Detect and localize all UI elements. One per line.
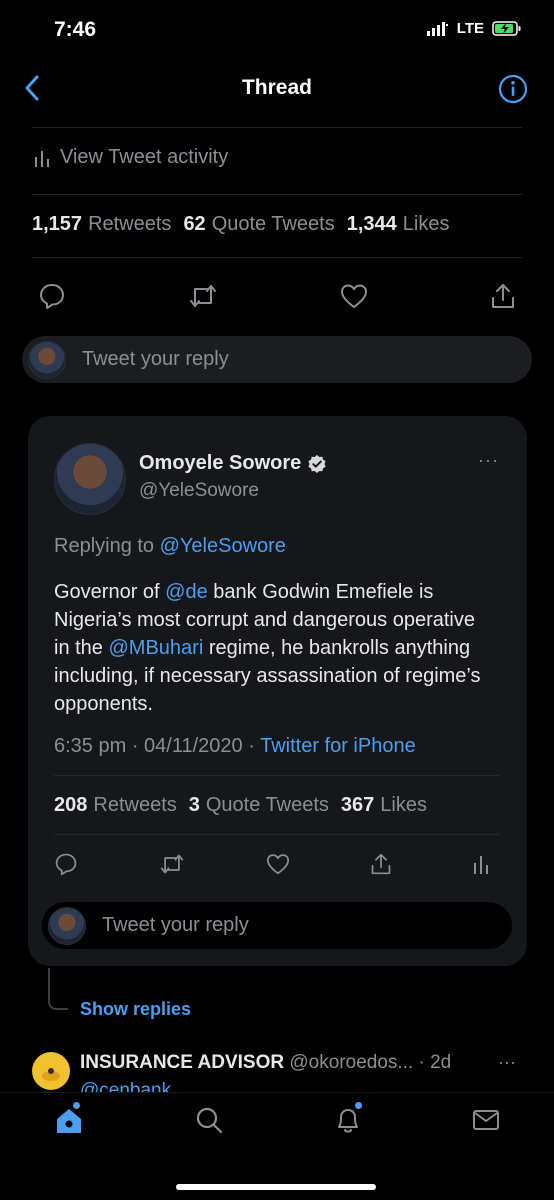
avatar xyxy=(28,340,66,379)
avatar xyxy=(48,906,86,945)
tweet-header[interactable]: INSURANCE ADVISOR @okoroedos... · 2d xyxy=(80,1052,451,1074)
thread-connector xyxy=(48,968,68,1010)
reply-placeholder: Tweet your reply xyxy=(82,348,229,370)
more-options-icon[interactable]: ··· xyxy=(498,1052,516,1073)
tweet-meta: 6:35 pm · 04/11/2020 · Twitter for iPhon… xyxy=(54,735,416,758)
retweet-count: 208 xyxy=(54,794,88,816)
like-count: 1,344 xyxy=(346,213,397,235)
tweet-text: Governor of @de bank Godwin Emefiele is … xyxy=(54,578,484,718)
more-options-icon[interactable]: ··· xyxy=(478,450,499,471)
reply-icon[interactable] xyxy=(54,852,78,876)
home-indicator xyxy=(176,1184,376,1190)
like-count: 367 xyxy=(340,794,375,816)
author-name: INSURANCE ADVISOR xyxy=(80,1052,285,1073)
activity-label: View Tweet activity xyxy=(60,146,229,168)
bar-chart-icon[interactable] xyxy=(473,853,489,875)
replying-handle-link[interactable]: @YeleSowore xyxy=(160,535,286,557)
like-label[interactable]: Likes xyxy=(403,213,450,236)
divider xyxy=(32,257,522,258)
tweet-source-link[interactable]: Twitter for iPhone xyxy=(260,735,416,757)
retweet-icon[interactable] xyxy=(188,282,218,310)
retweet-label[interactable]: Retweets xyxy=(88,213,171,236)
reply-composer[interactable]: Tweet your reply xyxy=(22,336,532,383)
replying-to: Replying to @YeleSowore xyxy=(54,535,286,558)
retweet-label[interactable]: Retweets xyxy=(93,794,176,817)
divider xyxy=(54,775,500,776)
network-label: LTE xyxy=(456,20,484,37)
info-icon[interactable] xyxy=(498,74,528,104)
like-icon[interactable] xyxy=(266,853,290,875)
messages-icon[interactable] xyxy=(471,1105,501,1135)
show-replies-link[interactable]: Show replies xyxy=(80,999,191,1020)
divider xyxy=(32,127,522,128)
verified-icon xyxy=(307,454,327,474)
mention-link[interactable]: @de xyxy=(165,581,208,603)
author-handle[interactable]: @YeleSowore xyxy=(139,480,259,502)
tweet-actions xyxy=(38,282,516,310)
mention-link[interactable]: @MBuhari xyxy=(108,637,203,659)
tweet-text-part: Governor of xyxy=(54,581,166,603)
quote-count: 62 xyxy=(183,213,206,235)
reply-placeholder: Tweet your reply xyxy=(102,914,249,936)
tweet-actions xyxy=(54,852,489,876)
retweet-icon[interactable] xyxy=(159,852,185,876)
mention-link[interactable]: @cenbank xyxy=(80,1080,171,1092)
share-icon[interactable] xyxy=(490,282,516,310)
author-name-row[interactable]: Omoyele Sowore xyxy=(139,452,327,475)
home-icon[interactable] xyxy=(54,1105,84,1135)
signal-icon xyxy=(426,21,449,36)
retweet-count: 1,157 xyxy=(32,213,83,235)
divider xyxy=(32,194,522,195)
tweet-timestamp: 6:35 pm · 04/11/2020 · xyxy=(54,735,261,757)
author-avatar[interactable] xyxy=(32,1052,70,1090)
tweet-stats: 1,157 Retweets 62 Quote Tweets 1,344 Likes xyxy=(32,213,450,236)
tweet-time: · 2d xyxy=(413,1052,452,1073)
like-label[interactable]: Likes xyxy=(380,794,427,817)
quote-label[interactable]: Quote Tweets xyxy=(206,794,329,817)
replying-prefix: Replying to xyxy=(54,535,160,557)
battery-icon xyxy=(492,21,522,36)
status-time: 7:46 xyxy=(54,18,97,41)
reply-composer[interactable]: Tweet your reply xyxy=(42,902,512,949)
share-icon[interactable] xyxy=(370,852,392,876)
notifications-icon[interactable] xyxy=(333,1105,363,1135)
search-icon[interactable] xyxy=(194,1105,224,1135)
bar-chart-icon xyxy=(34,148,50,168)
page-title: Thread xyxy=(241,76,312,99)
view-tweet-activity-link[interactable]: View Tweet activity xyxy=(34,146,228,169)
tweet-stats: 208 Retweets 3 Quote Tweets 367 Likes xyxy=(54,794,427,817)
like-icon[interactable] xyxy=(340,283,368,309)
author-avatar[interactable] xyxy=(54,443,126,515)
status-indicators: LTE xyxy=(426,20,522,37)
divider xyxy=(54,834,500,835)
author-handle: @okoroedos... xyxy=(289,1052,414,1073)
author-name: Omoyele Sowore xyxy=(139,452,302,474)
quote-count: 3 xyxy=(188,794,200,816)
reply-icon[interactable] xyxy=(38,282,66,310)
quote-label[interactable]: Quote Tweets xyxy=(212,213,335,236)
